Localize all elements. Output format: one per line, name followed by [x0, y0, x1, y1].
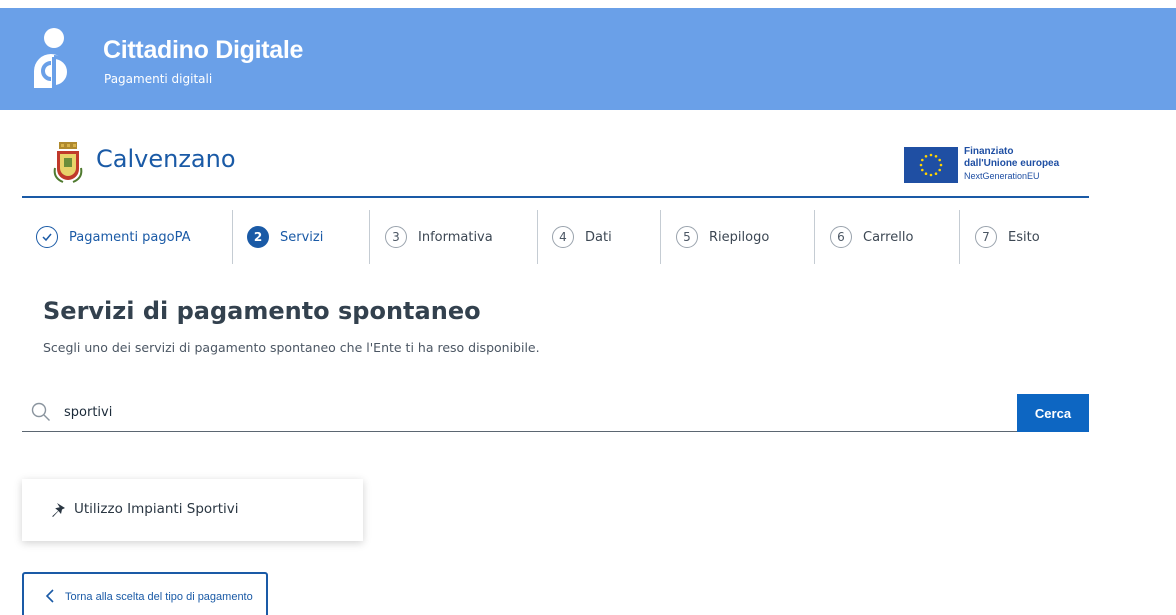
- step-number: 4: [552, 226, 574, 248]
- chevron-left-icon: [45, 589, 54, 603]
- eu-flag-icon: [904, 147, 958, 183]
- step-informativa[interactable]: 3 Informativa: [385, 210, 493, 264]
- check-icon: [36, 226, 58, 248]
- page-description: Scegli uno dei servizi di pagamento spon…: [43, 340, 540, 355]
- search-icon: [31, 402, 50, 421]
- step-divider: [537, 210, 538, 264]
- back-button-label: Torna alla scelta del tipo di pagamento: [65, 591, 253, 603]
- step-label: Riepilogo: [709, 229, 770, 245]
- step-label: Servizi: [280, 229, 324, 245]
- page-title: Servizi di pagamento spontaneo: [43, 297, 481, 325]
- service-label: Utilizzo Impianti Sportivi: [74, 501, 239, 517]
- search-input[interactable]: [64, 398, 1004, 426]
- eu-badge-line1: Finanziato: [964, 146, 1014, 157]
- step-number: 2: [247, 226, 269, 248]
- pin-icon: [52, 503, 65, 517]
- step-number: 7: [975, 226, 997, 248]
- eu-badge-line3: NextGenerationEU: [964, 171, 1040, 181]
- app-title[interactable]: Cittadino Digitale: [103, 36, 303, 65]
- eu-funding-badge: Finanziato dall'Unione europea NextGener…: [904, 144, 1084, 186]
- step-carrello[interactable]: 6 Carrello: [830, 210, 913, 264]
- search-button[interactable]: Cerca: [1017, 394, 1089, 432]
- step-label: Esito: [1008, 229, 1040, 245]
- step-servizi[interactable]: 2 Servizi: [247, 210, 323, 264]
- step-divider: [959, 210, 960, 264]
- service-card-utilizzo-impianti-sportivi[interactable]: Utilizzo Impianti Sportivi: [22, 479, 363, 541]
- eu-badge-line2: dall'Unione europea: [964, 158, 1060, 169]
- app-subtitle: Pagamenti digitali: [104, 72, 213, 86]
- stepper: Pagamenti pagoPA 2 Servizi 3 Informativa…: [22, 210, 1089, 264]
- step-label: Informativa: [418, 229, 493, 245]
- step-number: 3: [385, 226, 407, 248]
- step-riepilogo[interactable]: 5 Riepilogo: [676, 210, 769, 264]
- back-to-payment-type-button[interactable]: Torna alla scelta del tipo di pagamento: [22, 572, 268, 615]
- search-bar: Cerca: [22, 394, 1089, 432]
- municipal-crest-icon: [53, 142, 83, 183]
- step-label: Pagamenti pagoPA: [69, 229, 191, 245]
- entity-name[interactable]: Calvenzano: [96, 145, 236, 173]
- step-dati[interactable]: 4 Dati: [552, 210, 612, 264]
- step-divider: [660, 210, 661, 264]
- step-esito[interactable]: 7 Esito: [975, 210, 1040, 264]
- step-divider: [814, 210, 815, 264]
- app-header: Cittadino Digitale Pagamenti digitali: [0, 8, 1176, 110]
- entity-bar: Calvenzano Finanziato dall'Unione europe…: [22, 130, 1089, 198]
- step-divider: [369, 210, 370, 264]
- step-divider: [232, 210, 233, 264]
- step-label: Dati: [585, 229, 612, 245]
- step-number: 6: [830, 226, 852, 248]
- step-pagamenti-pagopa[interactable]: Pagamenti pagoPA: [36, 210, 191, 264]
- top-band: [0, 0, 1176, 8]
- step-number: 5: [676, 226, 698, 248]
- cittadino-digitale-logo-icon[interactable]: [30, 27, 78, 93]
- step-label: Carrello: [863, 229, 914, 245]
